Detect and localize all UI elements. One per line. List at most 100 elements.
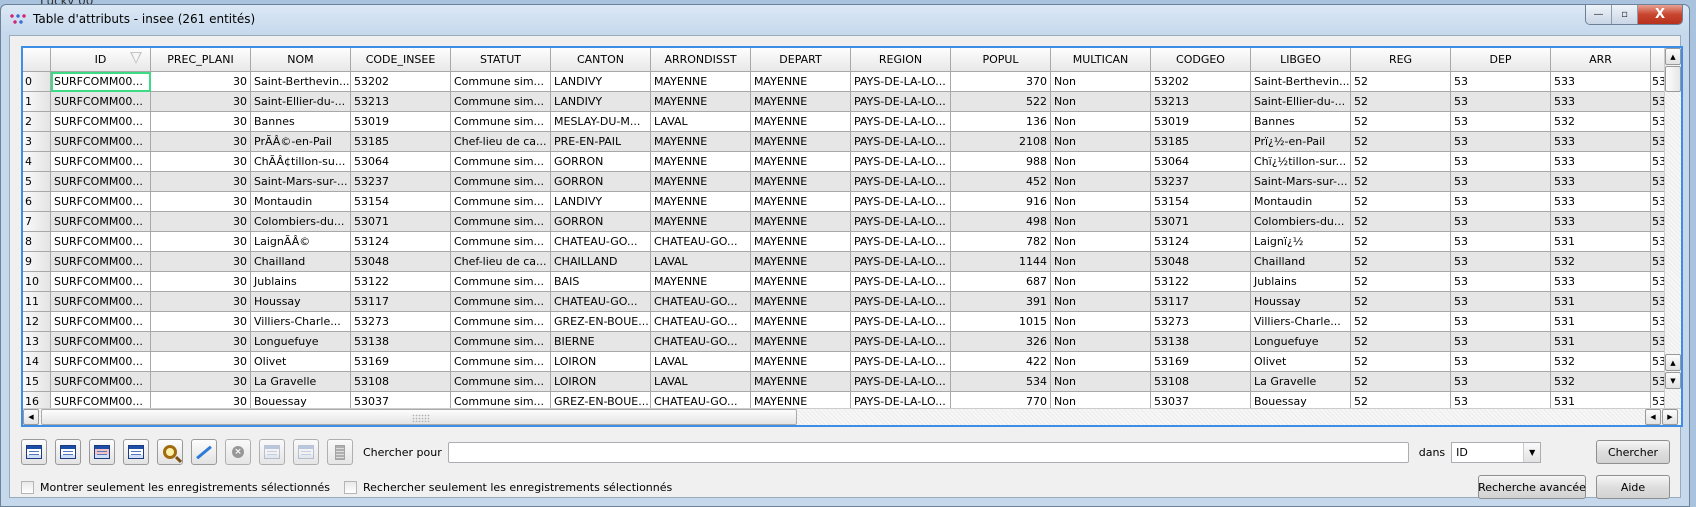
table-cell[interactable]: 53154 [1151, 192, 1251, 212]
table-cell[interactable]: Olivet [1251, 352, 1351, 372]
table-cell[interactable]: 988 [951, 152, 1051, 172]
table-cell[interactable]: LANDIVY [551, 72, 651, 92]
table-cell[interactable]: 30 [151, 352, 251, 372]
search-input[interactable] [447, 441, 1409, 463]
table-cell[interactable]: 30 [151, 372, 251, 392]
table-cell[interactable]: 53185 [351, 132, 451, 152]
table-cell[interactable]: 52 [1351, 352, 1451, 372]
table-cell[interactable]: 53 [1651, 252, 1665, 272]
table-cell[interactable]: PAYS-DE-LA-LO... [851, 152, 951, 172]
table-cell[interactable]: Villiers-Charle... [251, 312, 351, 332]
table-cell[interactable]: Montaudin [251, 192, 351, 212]
table-cell[interactable]: Non [1051, 272, 1151, 292]
table-cell[interactable]: Saint-Mars-sur-... [1251, 172, 1351, 192]
table-cell[interactable]: 53108 [1151, 372, 1251, 392]
table-cell[interactable]: 52 [1351, 192, 1451, 212]
table-cell[interactable]: Montaudin [1251, 192, 1351, 212]
table-cell[interactable]: 687 [951, 272, 1051, 292]
remove-selection-button[interactable] [21, 439, 47, 465]
table-cell[interactable]: 53124 [351, 232, 451, 252]
table-cell[interactable]: MAYENNE [751, 92, 851, 112]
table-cell[interactable]: SURFCOMM00... [51, 172, 151, 192]
table-cell[interactable]: 30 [151, 212, 251, 232]
table-cell[interactable]: 53 [1451, 112, 1551, 132]
table-cell[interactable]: MAYENNE [651, 272, 751, 292]
table-cell[interactable]: 52 [1351, 232, 1451, 252]
table-cell[interactable]: 53 [1451, 232, 1551, 252]
table-cell[interactable]: 533 [1551, 272, 1651, 292]
table-cell[interactable]: LAVAL [651, 352, 751, 372]
table-cell[interactable]: 53213 [351, 92, 451, 112]
field-select[interactable]: ID ▼ [1451, 441, 1542, 463]
table-cell[interactable]: 53 [1451, 132, 1551, 152]
table-cell[interactable]: Non [1051, 112, 1151, 132]
table-cell[interactable]: 522 [951, 92, 1051, 112]
column-header-arr[interactable]: ARR [1551, 48, 1651, 72]
table-cell[interactable]: Chï¿½tillon-sur... [1251, 152, 1351, 172]
show-selected-only-option[interactable]: Montrer seulement les enregistrements sé… [21, 480, 330, 494]
table-cell[interactable]: MAYENNE [751, 192, 851, 212]
row-header[interactable]: 15 [23, 372, 51, 392]
table-cell[interactable]: SURFCOMM00... [51, 72, 151, 92]
copy-selected-rows-button[interactable] [123, 439, 149, 465]
table-cell[interactable]: 53019 [1151, 112, 1251, 132]
table-cell[interactable]: CHAILLAND [551, 252, 651, 272]
new-column-button[interactable] [259, 439, 285, 465]
table-cell[interactable]: 53237 [351, 172, 451, 192]
table-cell[interactable]: 30 [151, 292, 251, 312]
table-cell[interactable]: 53 [1651, 112, 1665, 132]
table-cell[interactable]: 53071 [351, 212, 451, 232]
table-cell[interactable]: Non [1051, 192, 1151, 212]
table-cell[interactable]: MAYENNE [651, 192, 751, 212]
table-cell[interactable]: Commune sim... [451, 172, 551, 192]
table-cell[interactable]: MAYENNE [651, 92, 751, 112]
table-cell[interactable]: 53 [1651, 272, 1665, 292]
table-cell[interactable]: Commune sim... [451, 72, 551, 92]
table-cell[interactable]: 52 [1351, 72, 1451, 92]
table-cell[interactable]: 53 [1451, 92, 1551, 112]
table-cell[interactable]: Non [1051, 252, 1151, 272]
invert-selection-button[interactable] [89, 439, 115, 465]
table-cell[interactable]: 53 [1451, 312, 1551, 332]
table-cell[interactable]: Commune sim... [451, 312, 551, 332]
table-row[interactable]: 8 SURFCOMM00... 30 LaignÃÂ© 53124 Commune sim… [23, 232, 1665, 252]
table-cell[interactable]: Saint-Mars-sur-... [251, 172, 351, 192]
scroll-left-small-button[interactable]: ◀ [1645, 409, 1661, 425]
table-row[interactable]: 7 SURFCOMM00... 30 Colombiers-du... 53071 Com… [23, 212, 1665, 232]
table-cell[interactable]: Chailland [1251, 252, 1351, 272]
table-cell[interactable]: 53048 [351, 252, 451, 272]
table-cell[interactable]: 53 [1451, 352, 1551, 372]
table-cell[interactable]: 531 [1551, 332, 1651, 352]
row-header[interactable]: 12 [23, 312, 51, 332]
scroll-down-button[interactable]: ▼ [1665, 372, 1681, 389]
table-cell[interactable]: 533 [1551, 92, 1651, 112]
title-bar[interactable]: Table d'attributs - insee (261 entités) … [1, 5, 1689, 33]
table-cell[interactable]: CHATEAU-GO... [651, 312, 751, 332]
table-cell[interactable]: Non [1051, 312, 1151, 332]
table-cell[interactable]: 531 [1551, 232, 1651, 252]
horizontal-scrollbar[interactable]: ◀ ◀ ▶ [23, 408, 1681, 425]
scroll-page-up-button[interactable]: ▲ [1665, 354, 1681, 371]
table-cell[interactable]: 53 [1451, 172, 1551, 192]
table-cell[interactable]: MAYENNE [751, 232, 851, 252]
table-cell[interactable]: 53064 [1151, 152, 1251, 172]
table-cell[interactable]: 53273 [351, 312, 451, 332]
show-selected-only-checkbox[interactable] [21, 480, 34, 494]
table-cell[interactable]: PRE-EN-PAIL [551, 132, 651, 152]
table-cell[interactable]: Jublains [251, 272, 351, 292]
table-cell[interactable]: 53 [1651, 192, 1665, 212]
table-cell[interactable]: 533 [1551, 192, 1651, 212]
table-cell[interactable]: La Gravelle [251, 372, 351, 392]
table-cell[interactable]: PAYS-DE-LA-LO... [851, 292, 951, 312]
table-cell[interactable]: SURFCOMM00... [51, 252, 151, 272]
table-cell[interactable]: 53 [1451, 72, 1551, 92]
table-cell[interactable]: Commune sim... [451, 112, 551, 132]
table-cell[interactable]: Commune sim... [451, 152, 551, 172]
column-header-libgeo[interactable]: LIBGEO [1251, 48, 1351, 72]
table-cell[interactable]: Saint-Berthevin... [251, 72, 351, 92]
table-cell[interactable]: Non [1051, 332, 1151, 352]
table-cell[interactable]: 53 [1451, 212, 1551, 232]
table-cell[interactable]: 52 [1351, 112, 1451, 132]
table-cell[interactable]: 53117 [1151, 292, 1251, 312]
column-header-prec-plani[interactable]: PREC_PLANI [151, 48, 251, 72]
